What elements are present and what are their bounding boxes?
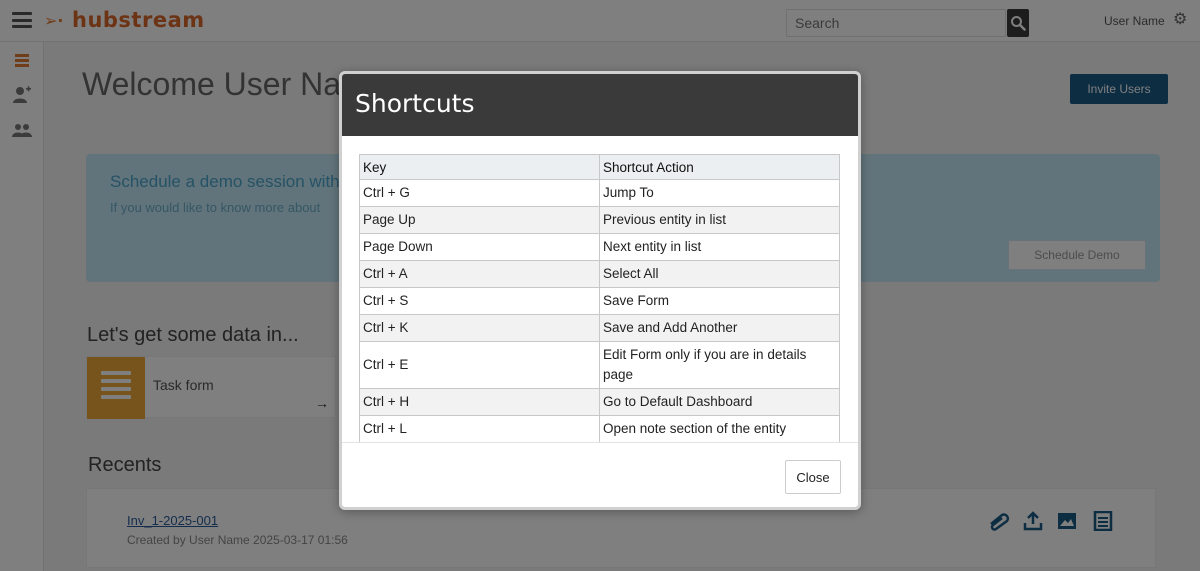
shortcut-key: Ctrl + H	[359, 388, 600, 416]
table-row: Ctrl + G Jump To	[359, 179, 840, 207]
shortcut-key: Ctrl + A	[359, 260, 600, 288]
table-row: Ctrl + K Save and Add Another	[359, 314, 840, 342]
table-row: Ctrl + E Edit Form only if you are in det…	[359, 341, 840, 389]
table-row: Page Down Next entity in list	[359, 233, 840, 261]
column-header-key: Key	[359, 154, 600, 180]
modal-title: Shortcuts	[355, 89, 475, 118]
table-header-row: Key Shortcut Action	[359, 154, 840, 180]
shortcut-action: Go to Default Dashboard	[599, 388, 840, 416]
shortcut-action: Save Form	[599, 287, 840, 315]
shortcut-key: Ctrl + E	[359, 341, 600, 389]
shortcut-key: Ctrl + K	[359, 314, 600, 342]
table-row: Ctrl + L Open note section of the entity	[359, 415, 840, 443]
shortcut-key: Ctrl + S	[359, 287, 600, 315]
shortcut-key: Ctrl + G	[359, 179, 600, 207]
modal-footer-divider	[342, 442, 858, 443]
shortcut-key: Page Down	[359, 233, 600, 261]
close-button[interactable]: Close	[785, 460, 841, 494]
table-row: Ctrl + H Go to Default Dashboard	[359, 388, 840, 416]
shortcut-key: Ctrl + L	[359, 415, 600, 443]
shortcut-action: Open note section of the entity	[599, 415, 840, 443]
shortcuts-modal: Shortcuts Key Shortcut Action Ctrl + G Ju…	[339, 71, 861, 510]
shortcut-key: Page Up	[359, 206, 600, 234]
column-header-action: Shortcut Action	[599, 154, 840, 180]
table-row: Ctrl + A Select All	[359, 260, 840, 288]
shortcut-action: Select All	[599, 260, 840, 288]
table-row: Page Up Previous entity in list	[359, 206, 840, 234]
shortcut-action: Next entity in list	[599, 233, 840, 261]
shortcut-action: Edit Form only if you are in details pag…	[599, 341, 840, 389]
shortcuts-table: Key Shortcut Action Ctrl + G Jump To Page…	[359, 154, 840, 443]
table-row: Ctrl + S Save Form	[359, 287, 840, 315]
modal-header: Shortcuts	[342, 74, 858, 136]
shortcut-action: Jump To	[599, 179, 840, 207]
shortcut-action: Save and Add Another	[599, 314, 840, 342]
shortcut-action: Previous entity in list	[599, 206, 840, 234]
